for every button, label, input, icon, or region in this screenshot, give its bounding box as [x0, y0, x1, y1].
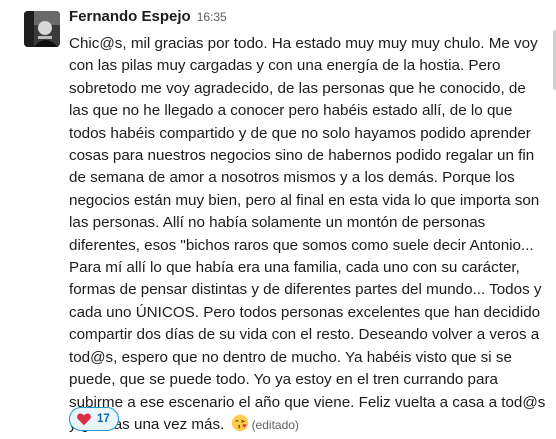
- edited-label: (editado): [251, 417, 299, 432]
- reaction-count: 17: [97, 413, 110, 425]
- message-text: Chic@s, mil gracias por todo. Ha estado …: [69, 35, 546, 433]
- message-timestamp[interactable]: 16:35: [197, 10, 227, 24]
- message-header: Fernando Espejo 16:35: [69, 8, 227, 28]
- author-name[interactable]: Fernando Espejo: [69, 8, 191, 25]
- message-text-container: Chic@s, mil gracias por todo. Ha estado …: [69, 33, 547, 436]
- face-blowing-kiss-icon: [231, 414, 249, 432]
- chat-message: Fernando Espejo 16:35 Chic@s, mil gracia…: [0, 0, 556, 436]
- red-heart-icon: [76, 411, 92, 427]
- reaction-heart-button[interactable]: 17: [69, 407, 119, 431]
- avatar[interactable]: [24, 11, 60, 47]
- message-body: Chic@s, mil gracias por todo. Ha estado …: [69, 33, 547, 436]
- avatar-photo: [24, 11, 60, 47]
